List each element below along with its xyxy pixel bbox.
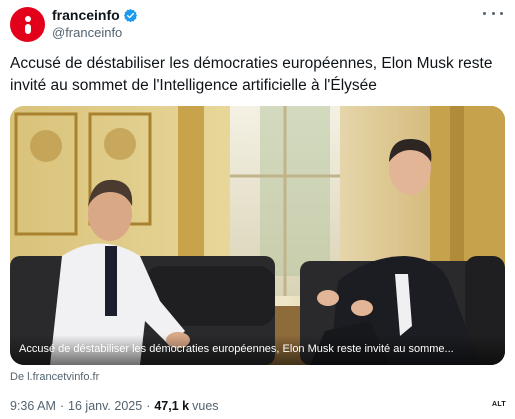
tweet-date[interactable]: 16 janv. 2025 [68, 399, 142, 413]
tweet-card[interactable]: franceinfo @franceinfo Accusé de déstabi… [0, 0, 515, 419]
more-dot [483, 11, 486, 15]
display-name[interactable]: franceinfo [52, 7, 120, 23]
author-name-row[interactable]: franceinfo [52, 6, 138, 24]
alt-text-badge[interactable]: ALT [489, 400, 509, 409]
more-options-icon[interactable] [483, 6, 503, 20]
photo-macron-musk [10, 106, 505, 365]
avatar[interactable] [10, 7, 45, 42]
card-caption[interactable]: Accusé de déstabiliser les démocraties e… [19, 343, 497, 355]
tweet-meta: 9:36 AM · 16 janv. 2025 · 47,1 k vues [10, 399, 219, 413]
meta-separator: · [146, 399, 151, 413]
logo-bar [25, 24, 31, 34]
meta-separator: · [59, 399, 65, 413]
franceinfo-logo-icon [25, 16, 31, 22]
more-dot [500, 11, 503, 15]
more-dot [491, 11, 495, 15]
author-handle[interactable]: @franceinfo [52, 25, 122, 40]
views-label: vues [192, 399, 219, 413]
card-source-link[interactable]: De l.francetvinfo.fr [10, 371, 99, 383]
verified-badge-icon [123, 8, 137, 22]
views-count[interactable]: 47,1 k [154, 399, 189, 413]
tweet-text: Accusé de déstabiliser les démocraties e… [10, 55, 493, 94]
tweet-time[interactable]: 9:36 AM [10, 399, 56, 413]
link-card-media[interactable]: Accusé de déstabiliser les démocraties e… [10, 106, 505, 365]
